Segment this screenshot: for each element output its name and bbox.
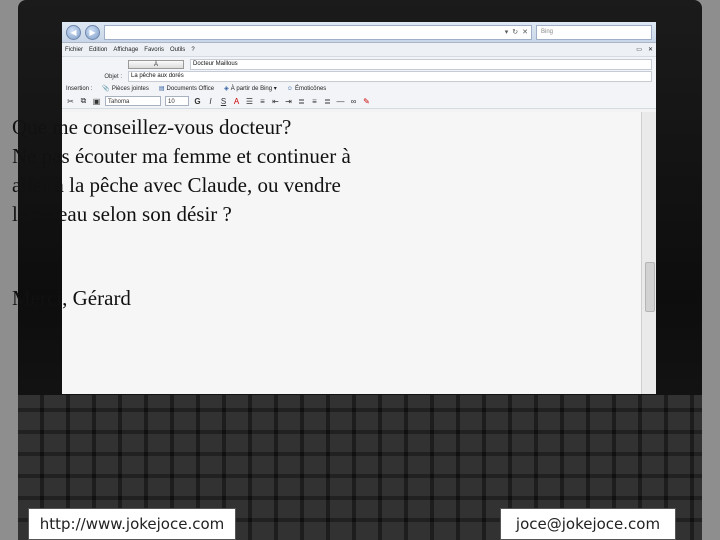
forward-icon[interactable]: ▶ xyxy=(85,24,100,40)
compose-header: À Docteur Maillous Objet : La pêche aux … xyxy=(62,57,656,82)
subject-label: Objet : xyxy=(104,73,122,80)
address-field[interactable]: ▾ ↻ ✕ xyxy=(104,24,532,40)
smiley-icon: ☺ xyxy=(286,85,293,92)
menu-favoris[interactable]: Favoris xyxy=(144,47,164,53)
menu-help[interactable]: ? xyxy=(191,47,194,53)
message-line: Que me conseillez-vous docteur? xyxy=(12,115,292,139)
insert-label: Insertion : xyxy=(66,85,93,92)
font-size-select[interactable]: 10 xyxy=(165,96,189,106)
bing-icon: ◈ xyxy=(224,86,229,92)
insert-toolbar: Insertion : 📎 Pièces jointes ▤ Documents O… xyxy=(62,83,656,94)
subject-row: Objet : La pêche aux dorés xyxy=(66,71,652,82)
website-link[interactable]: http://www.jokejoce.com xyxy=(28,508,236,540)
refresh-icon[interactable]: ↻ xyxy=(512,28,518,36)
restore-icon[interactable]: ▭ xyxy=(636,46,642,53)
scroll-thumb[interactable] xyxy=(645,262,655,312)
message-line: le bateau selon son désir ? xyxy=(12,202,232,226)
emoticons-button[interactable]: ☺ Émoticônes xyxy=(287,86,327,92)
menu-affichage[interactable]: Affichage xyxy=(113,47,138,53)
from-bing-button[interactable]: ◈ À partir de Bing ▾ xyxy=(224,85,277,92)
email-link[interactable]: joce@jokejoce.com xyxy=(500,508,676,540)
outdent-icon[interactable]: ⇤ xyxy=(271,97,280,106)
font-select[interactable]: Tahoma xyxy=(105,96,161,106)
office-docs-button[interactable]: ▤ Documents Office xyxy=(159,85,214,92)
close-icon[interactable]: ✕ xyxy=(648,46,653,53)
back-icon[interactable]: ◀ xyxy=(66,24,81,40)
menu-fichier[interactable]: Fichier xyxy=(65,47,83,53)
indent-icon[interactable]: ⇥ xyxy=(284,97,293,106)
dropdown-icon[interactable]: ▾ xyxy=(505,28,509,36)
search-placeholder: Bing xyxy=(541,29,554,35)
bullets-icon[interactable]: ☰ xyxy=(245,97,254,106)
menu-outils[interactable]: Outils xyxy=(170,47,185,53)
link-icon[interactable]: ∞ xyxy=(349,97,358,106)
align-right-icon[interactable]: ≣ xyxy=(323,97,332,106)
message-text: Que me conseillez-vous docteur? Ne pas é… xyxy=(12,113,482,229)
copy-icon[interactable]: ⧉ xyxy=(79,96,88,106)
highlight-icon[interactable]: ✎ xyxy=(362,97,371,106)
subject-field[interactable]: La pêche aux dorés xyxy=(128,71,652,82)
signature: Merci, Gérard xyxy=(12,286,131,310)
numbering-icon[interactable]: ≡ xyxy=(258,97,267,106)
scrollbar[interactable] xyxy=(641,112,656,394)
bold-icon[interactable]: G xyxy=(193,97,202,106)
separator-icon: — xyxy=(336,96,345,106)
align-center-icon[interactable]: ≡ xyxy=(310,97,319,106)
paste-icon[interactable]: ▣ xyxy=(92,97,101,106)
format-toolbar: ✂ ⧉ ▣ Tahoma 10 G I S A ☰ ≡ ⇤ ⇥ ≣ ≡ ≣ — … xyxy=(62,94,656,109)
underline-icon[interactable]: S xyxy=(219,97,228,106)
document-icon: ▤ xyxy=(158,86,165,92)
paperclip-icon: 📎 xyxy=(102,86,110,92)
attachments-button[interactable]: 📎 Pièces jointes xyxy=(102,85,149,92)
browser-address-bar: ◀ ▶ ▾ ↻ ✕ Bing xyxy=(62,22,656,43)
to-field[interactable]: Docteur Maillous xyxy=(190,59,652,70)
align-left-icon[interactable]: ≣ xyxy=(297,97,306,106)
stop-icon[interactable]: ✕ xyxy=(522,28,528,36)
search-input[interactable]: Bing xyxy=(536,24,652,40)
message-line: Ne pas écouter ma femme et continuer à xyxy=(12,144,351,168)
menu-bar: Fichier Edition Affichage Favoris Outils… xyxy=(62,43,656,57)
cut-icon[interactable]: ✂ xyxy=(66,97,75,106)
menu-edition[interactable]: Edition xyxy=(89,47,107,53)
to-row: À Docteur Maillous xyxy=(66,59,652,70)
font-color-icon[interactable]: A xyxy=(232,97,241,106)
to-button[interactable]: À xyxy=(128,60,184,69)
message-line: aller à la pêche avec Claude, ou vendre xyxy=(12,173,341,197)
italic-icon[interactable]: I xyxy=(206,97,215,106)
